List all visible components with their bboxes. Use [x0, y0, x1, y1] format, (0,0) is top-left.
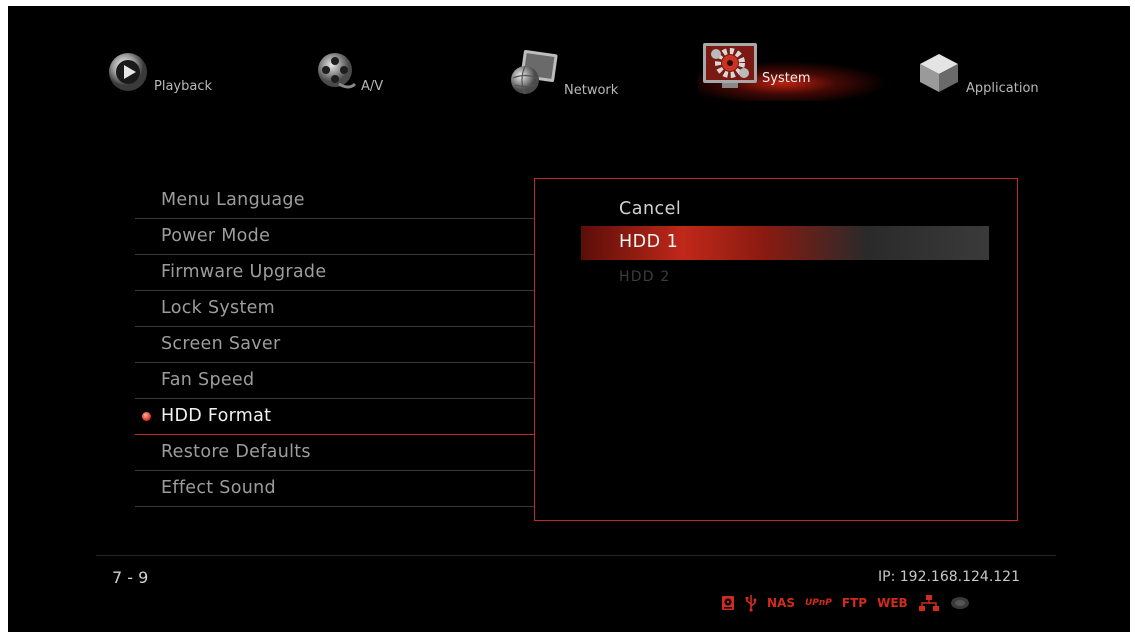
menu-item-label: Fan Speed — [161, 370, 255, 390]
upnp-label: UPnP — [804, 598, 832, 608]
network-icon — [918, 595, 939, 611]
hdd-icon — [722, 596, 734, 610]
nav-item-playback[interactable]: Playback — [106, 50, 212, 94]
menu-item-lock-system[interactable]: Lock System — [135, 291, 535, 327]
globe-monitor-icon — [511, 50, 558, 95]
ftp-label: FTP — [841, 596, 868, 610]
footer-divider — [96, 555, 1056, 556]
menu-item-menu-language[interactable]: Menu Language — [135, 183, 535, 219]
wifi-icon — [950, 597, 969, 609]
web-label: WEB — [877, 596, 908, 610]
option-hdd-2: HDD 2 — [619, 269, 671, 285]
menu-item-label: Screen Saver — [161, 334, 281, 354]
nav-item-system[interactable]: System — [702, 42, 810, 92]
hdd-format-panel: Cancel HDD 1 HDD 2 — [534, 178, 1018, 521]
settings-menu: Menu Language Power Mode Firmware Upgrad… — [135, 183, 535, 507]
usb-icon — [745, 595, 757, 612]
menu-item-label: Menu Language — [161, 190, 305, 210]
film-reel-icon — [318, 53, 357, 89]
selection-bullet-icon — [142, 412, 151, 421]
menu-item-screen-saver[interactable]: Screen Saver — [135, 327, 535, 363]
menu-item-firmware-upgrade[interactable]: Firmware Upgrade — [135, 255, 535, 291]
nav-item-network[interactable]: Network — [508, 48, 618, 98]
menu-item-hdd-format[interactable]: HDD Format — [135, 399, 535, 435]
nav-item-application[interactable]: Application — [916, 50, 1039, 96]
menu-item-label: Effect Sound — [161, 478, 276, 498]
menu-item-label: HDD Format — [161, 406, 272, 426]
play-disc-icon — [109, 53, 147, 91]
tv-screen: Playback A/V Network System Application … — [8, 6, 1130, 632]
ip-address: IP: 192.168.124.121 — [878, 569, 1020, 585]
cube-icon — [920, 54, 958, 92]
nav-item-av[interactable]: A/V — [313, 50, 383, 94]
status-bar: NAS UPnP FTP WEB — [721, 594, 970, 612]
nas-label: NAS — [767, 596, 795, 610]
option-cancel[interactable]: Cancel — [619, 199, 681, 219]
menu-item-fan-speed[interactable]: Fan Speed — [135, 363, 535, 399]
nav-label-playback: Playback — [154, 79, 213, 94]
nav-label-av: A/V — [361, 79, 384, 94]
menu-item-restore-defaults[interactable]: Restore Defaults — [135, 435, 535, 471]
nav-label-application: Application — [966, 81, 1039, 96]
nav-label-network: Network — [564, 83, 619, 98]
menu-item-label: Lock System — [161, 298, 276, 318]
menu-item-power-mode[interactable]: Power Mode — [135, 219, 535, 255]
gear-monitor-icon — [703, 43, 757, 88]
nav-label-system: System — [762, 71, 811, 86]
menu-item-label: Firmware Upgrade — [161, 262, 327, 282]
menu-item-effect-sound[interactable]: Effect Sound — [135, 471, 535, 507]
option-hdd-1[interactable]: HDD 1 — [619, 232, 678, 252]
menu-item-label: Restore Defaults — [161, 442, 311, 462]
menu-item-label: Power Mode — [161, 226, 271, 246]
page-indicator: 7 - 9 — [112, 568, 149, 587]
